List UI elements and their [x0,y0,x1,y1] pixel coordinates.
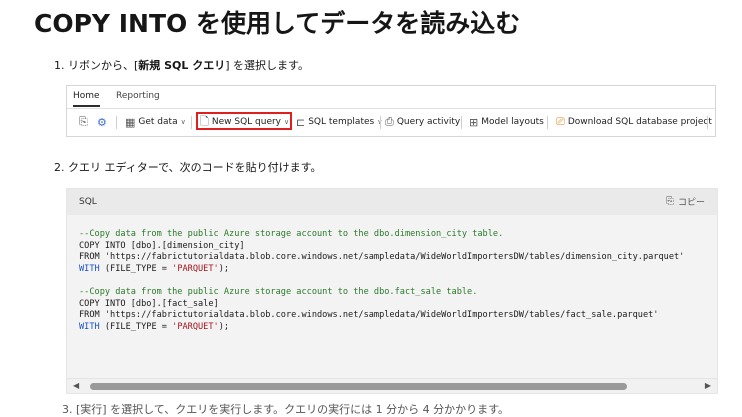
template-icon: ⊏ [296,115,306,129]
tab-home[interactable]: Home [73,91,100,101]
code-line: COPY INTO [dbo].[dimension_city] [79,240,245,251]
ribbon-screenshot: Home Reporting ⎘ ⚙ ▦ Get data ∨ 🗋 New SQ… [66,85,716,137]
new-item-button[interactable]: ⎘ [79,113,91,131]
separator [380,116,381,129]
sql-templates-button[interactable]: ⊏ SQL templates ∨ [296,113,382,131]
tab-reporting[interactable]: Reporting [116,91,160,101]
step-2-number: 2. [54,161,65,174]
code-content[interactable]: --Copy data from the public Azure storag… [79,229,715,333]
download-project-button[interactable]: ⎚ Download SQL database project [556,113,712,131]
code-block: SQL ⎘ コピー --Copy data from the public Az… [66,188,718,394]
separator [116,116,117,129]
copy-label: コピー [677,198,705,208]
step-3-text: [実行] を選択して、クエリを実行します。クエリの実行には 1 分から 4 分か… [76,403,509,416]
scroll-left-icon[interactable]: ◀ [73,381,79,390]
code-line: --Copy data from the public Azure storag… [79,229,715,241]
code-line: COPY INTO [dbo].[fact_sale] [79,298,219,309]
separator [707,116,708,129]
ribbon-toolbar: ⎘ ⚙ ▦ Get data ∨ 🗋 New SQL query ∨ ⊏ SQL… [67,113,715,131]
query-activity-label: Query activity [396,117,461,127]
get-data-button[interactable]: ▦ Get data ∨ [125,113,186,131]
separator [191,116,192,129]
code-comment: --Copy data from the public Azure storag… [79,286,478,297]
activity-icon: ⎙ [385,115,394,128]
code-line: --Copy data from the public Azure storag… [79,287,715,299]
copy-button[interactable]: ⎘ コピー [666,195,705,208]
active-tab-underline [73,105,100,107]
code-language: SQL [79,197,97,207]
code-line: WITH (FILE_TYPE = 'PARQUET'); [79,322,715,334]
code-string: 'PARQUET' [172,263,219,274]
sql-templates-label: SQL templates [308,117,375,127]
code-line: WITH (FILE_TYPE = 'PARQUET'); [79,264,715,276]
scroll-right-icon[interactable]: ▶ [705,381,711,390]
code-line: FROM 'https://fabrictutorialdata.blob.co… [79,252,685,263]
code-text: ); [218,321,230,332]
step-1-number: 1. [54,59,65,72]
scrollbar-thumb[interactable] [90,383,627,390]
table-icon: ▦ [125,115,136,129]
get-data-label: Get data [138,117,178,127]
separator [461,116,462,129]
download-project-label: Download SQL database project [567,117,712,127]
code-text: ); [218,263,230,274]
layout-icon: ⊞ [469,115,479,129]
step-1-bold: 新規 SQL クエリ [138,59,226,72]
gear-icon: ⚙ [97,115,107,129]
code-string: 'PARQUET' [172,321,219,332]
query-activity-button[interactable]: ⎙ Query activity [385,113,460,131]
download-icon: ⎚ [556,115,565,128]
model-layouts-label: Model layouts [481,117,544,127]
step-3-number: 3. [62,403,73,416]
ribbon-divider [67,108,715,109]
page-title: COPY INTO を使用してデータを読み込む [34,9,521,38]
code-header: SQL ⎘ コピー [67,189,717,215]
step-2-text: クエリ エディターで、次のコードを貼り付けます。 [68,161,322,174]
step-1-text-before: リボンから、[ [68,59,139,72]
step-1: 1. リボンから、[新規 SQL クエリ] を選択します。 [54,57,309,73]
code-comment: --Copy data from the public Azure storag… [79,229,504,239]
code-line: FROM 'https://fabrictutorialdata.blob.co… [79,310,659,321]
code-keyword: WITH [79,263,100,274]
copy-icon: ⎘ [665,196,674,207]
new-item-icon: ⎘ [79,115,88,128]
step-1-text-after: ] を選択します。 [225,59,309,72]
highlight-box [196,112,292,130]
model-layouts-button[interactable]: ⊞ Model layouts [469,113,544,131]
step-3: 3. [実行] を選択して、クエリを実行します。クエリの実行には 1 分から 4… [62,401,509,417]
settings-button[interactable]: ⚙ [97,113,110,131]
horizontal-scrollbar[interactable]: ◀ ▶ [67,378,717,393]
code-keyword: WITH [79,321,100,332]
separator [547,116,548,129]
step-2: 2. クエリ エディターで、次のコードを貼り付けます。 [54,159,322,175]
code-text: (FILE_TYPE = [99,321,173,332]
code-text: (FILE_TYPE = [99,263,173,274]
chevron-down-icon: ∨ [180,118,186,126]
